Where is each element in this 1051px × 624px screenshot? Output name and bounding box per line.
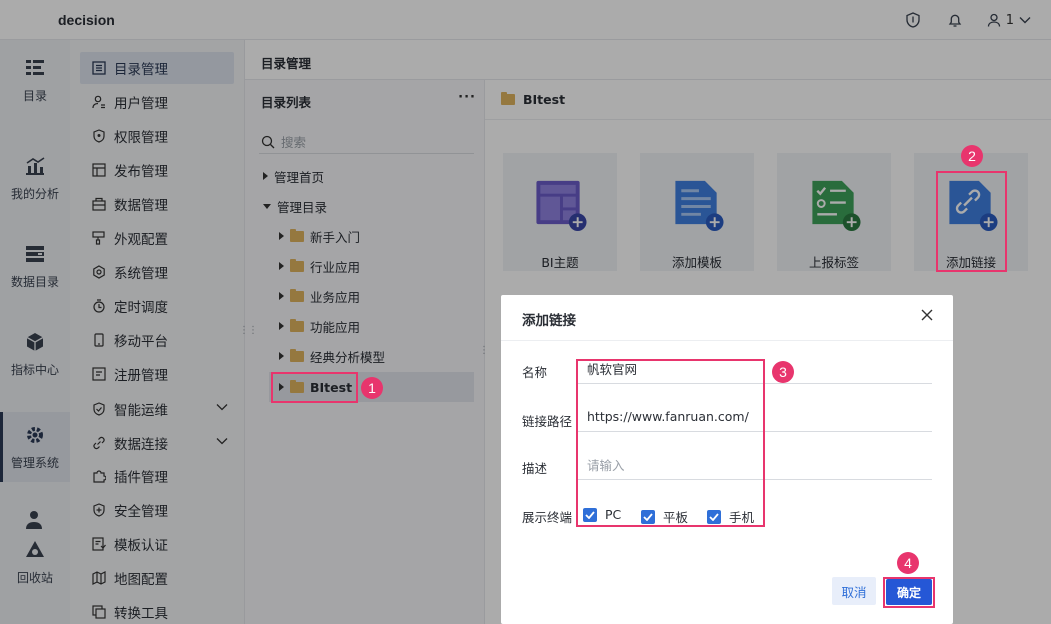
- name-label: 名称: [522, 365, 548, 380]
- step-badge: 2: [961, 145, 983, 167]
- close-icon[interactable]: [921, 309, 933, 325]
- step-badge: 4: [897, 552, 919, 574]
- highlight-box: [271, 372, 358, 403]
- path-label: 链接路径: [522, 414, 573, 429]
- desc-label: 描述: [522, 461, 548, 476]
- terminal-label: 展示终端: [522, 510, 573, 525]
- step-badge: 3: [772, 361, 794, 383]
- highlight-box: [936, 171, 1007, 272]
- divider: [501, 340, 953, 341]
- step-badge: 1: [361, 377, 383, 399]
- dialog-title: 添加链接: [522, 313, 576, 329]
- highlight-box: [576, 359, 765, 527]
- highlight-box: [883, 577, 935, 608]
- cancel-button[interactable]: 取消: [832, 577, 876, 605]
